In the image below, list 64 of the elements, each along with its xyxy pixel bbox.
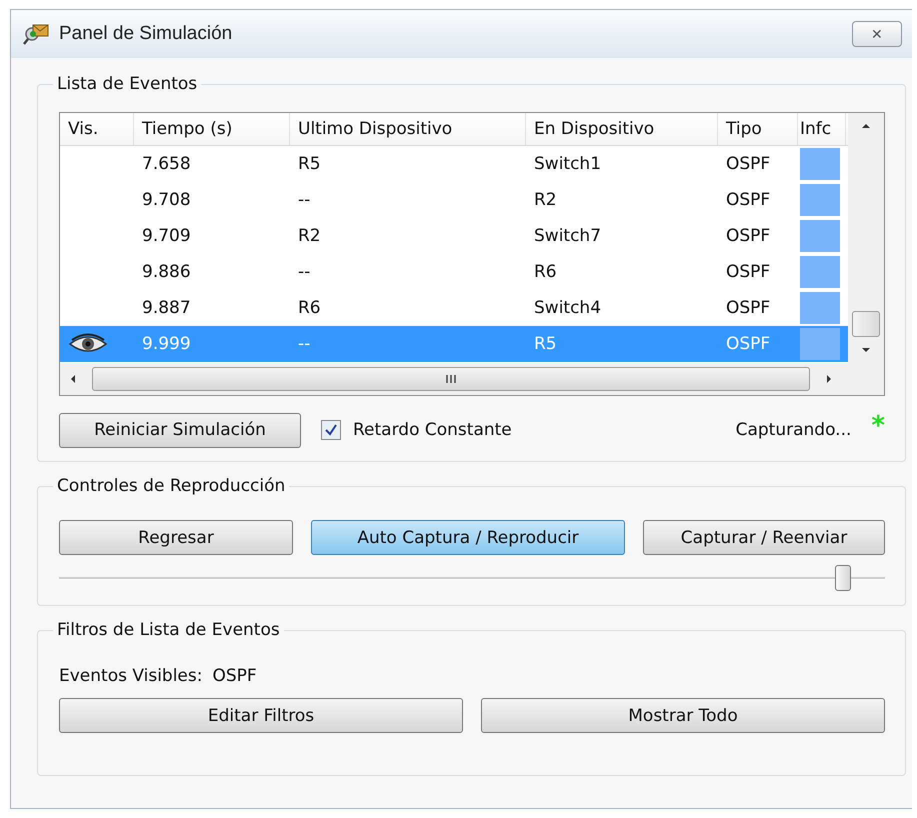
device-cell-text: R6 — [533, 261, 558, 284]
device-cell-text: Switch4 — [533, 297, 602, 320]
time-cell-text: 9.999 — [141, 333, 192, 356]
checkbox[interactable] — [321, 420, 341, 440]
type-cell-text: OSPF — [725, 297, 772, 320]
scroll-right-icon[interactable] — [824, 373, 834, 385]
checkbox-label[interactable]: Retardo Constante — [353, 420, 736, 440]
type-cell-text: OSPF — [725, 189, 772, 212]
grip-icon — [445, 374, 457, 384]
close-button[interactable]: ✕ — [852, 21, 902, 47]
slider-thumb[interactable] — [834, 565, 851, 591]
reset-simulation-button[interactable]: Reiniciar Simulación — [59, 412, 301, 448]
visible-events-label: Eventos Visibles: — [59, 666, 202, 686]
device-cell-text: -- — [297, 189, 312, 212]
time-cell-text: 9.708 — [141, 189, 192, 212]
playback-button[interactable]: Regresar — [59, 520, 293, 555]
event-row[interactable]: 9.886 -- R6 OSPF — [60, 254, 848, 290]
time-cell-text: 9.709 — [141, 225, 192, 248]
group-title: Controles de Reproducción — [56, 476, 286, 496]
device-cell-text: R6 — [297, 297, 322, 320]
column-header[interactable]: En Dispositivo — [526, 113, 718, 145]
filter-button[interactable]: Mostrar Todo — [481, 698, 885, 733]
column-header[interactable]: Tiempo (s) — [134, 113, 290, 145]
column-header[interactable]: Tipo — [718, 113, 798, 145]
type-cell-text: OSPF — [725, 261, 772, 284]
event-row[interactable]: 9.708 -- R2 OSPF — [60, 182, 848, 218]
speed-slider[interactable] — [59, 563, 885, 593]
column-header[interactable]: Infc — [798, 113, 846, 145]
check-icon — [324, 423, 338, 437]
time-cell-text: 7.658 — [141, 153, 192, 176]
device-cell-text: -- — [297, 333, 312, 356]
visible-events-value: OSPF — [212, 666, 257, 686]
column-header[interactable]: Ultimo Dispositivo — [290, 113, 526, 145]
time-cell-text: 9.887 — [141, 297, 192, 320]
event-row[interactable]: 9.887 R6 Switch4 OSPF — [60, 290, 848, 326]
time-cell-text: 9.886 — [141, 261, 192, 284]
group-title: Lista de Eventos — [56, 74, 198, 94]
scroll-thumb[interactable] — [92, 367, 810, 391]
status-text: Capturando... — [736, 420, 852, 440]
device-cell-text: Switch7 — [533, 225, 602, 248]
event-row[interactable]: 9.709 R2 Switch7 OSPF — [60, 218, 848, 254]
device-cell-text: R5 — [533, 333, 558, 356]
type-cell-text: OSPF — [725, 153, 772, 176]
type-cell-text: OSPF — [725, 333, 772, 356]
window-title: Panel de Simulación — [59, 23, 234, 45]
device-cell-text: R2 — [533, 189, 558, 212]
scroll-down-icon[interactable] — [860, 345, 872, 355]
type-cell-text: OSPF — [725, 225, 772, 248]
horizontal-scrollbar[interactable] — [60, 363, 848, 395]
playback-button[interactable]: Capturar / Reenviar — [643, 520, 885, 555]
scroll-up-icon[interactable] — [860, 121, 872, 131]
filter-button[interactable]: Editar Filtros — [59, 698, 463, 733]
device-cell-text: R2 — [297, 225, 322, 248]
event-row[interactable]: 7.658 R5 Switch1 OSPF — [60, 146, 848, 182]
device-cell-text: Switch1 — [533, 153, 602, 176]
scroll-thumb[interactable] — [852, 311, 880, 337]
playback-button[interactable]: Auto Captura / Reproducir — [311, 520, 625, 555]
device-cell-text: R5 — [297, 153, 322, 176]
group-title: Filtros de Lista de Eventos — [56, 620, 281, 640]
magnifier-envelope-icon — [23, 22, 51, 46]
column-header[interactable]: Vis. — [60, 113, 134, 145]
vertical-scrollbar[interactable] — [848, 113, 884, 395]
status-mark: * — [871, 411, 885, 441]
device-cell-text: -- — [297, 261, 312, 284]
